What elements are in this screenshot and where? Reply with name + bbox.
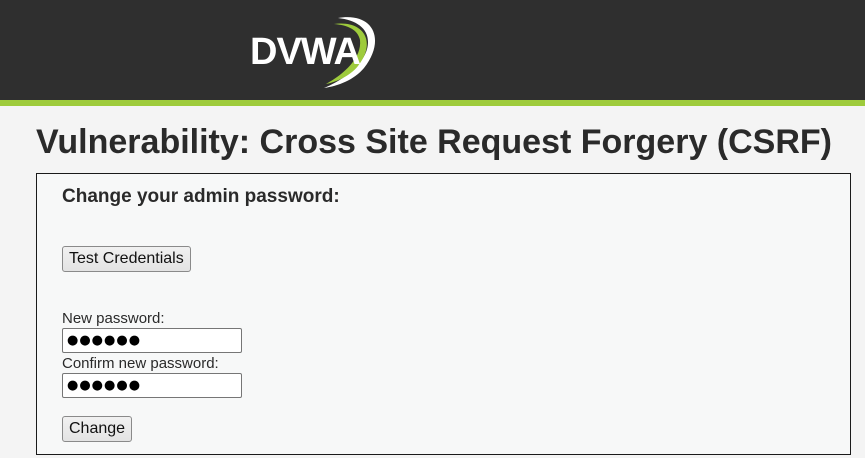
form-heading: Change your admin password: [62,186,340,207]
test-credentials-button[interactable]: Test Credentials [62,246,191,272]
confirm-password-label: Confirm new password: [62,355,219,372]
logo-text: DVWA [250,31,361,73]
change-button[interactable]: Change [62,416,133,442]
new-password-label: New password: [62,310,165,327]
header-bar: DVWA [0,0,865,100]
header-accent-stripe [0,100,865,106]
confirm-password-input[interactable]: ●●●●●● [62,373,242,398]
dvwa-logo[interactable]: DVWA [246,10,386,90]
page-title: Vulnerability: Cross Site Request Forger… [36,123,832,161]
vulnerability-form-box: Change your admin password: Test Credent… [36,173,851,455]
new-password-input[interactable]: ●●●●●● [62,328,242,353]
